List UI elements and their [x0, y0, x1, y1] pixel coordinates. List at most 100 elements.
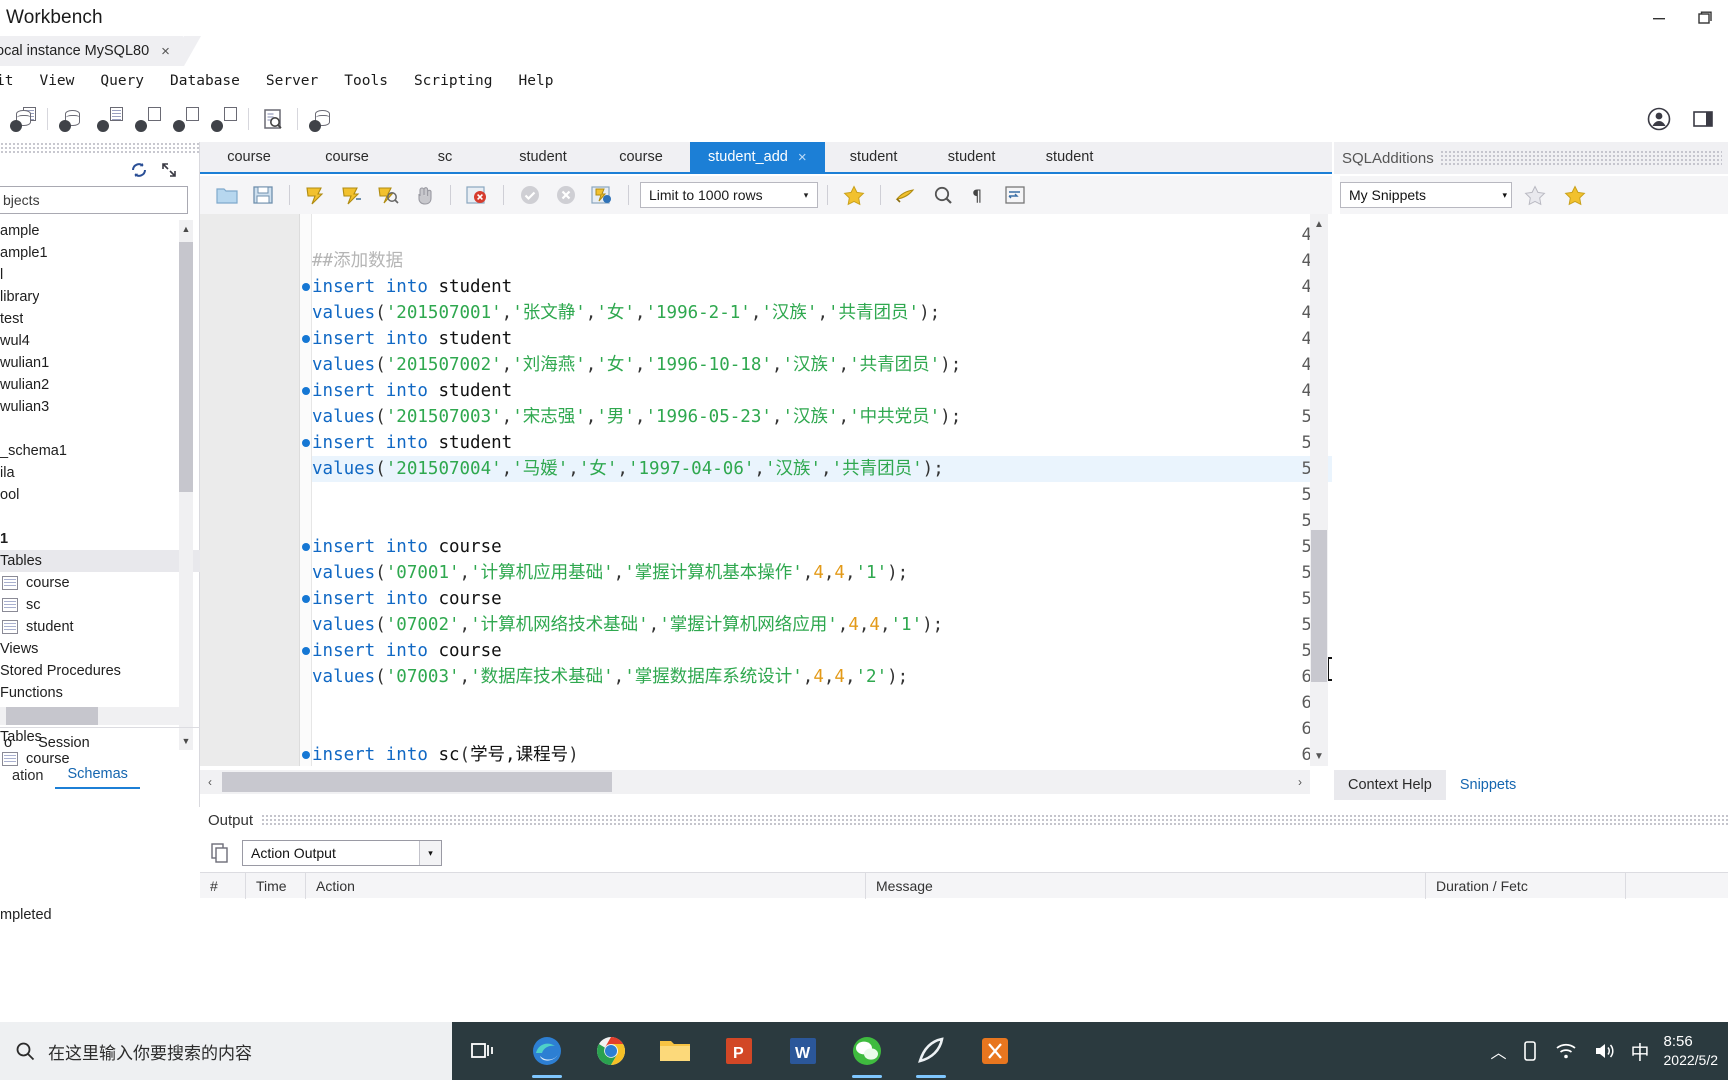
sidebar-tab-schemas[interactable]: Schemas [55, 761, 140, 789]
tree-item[interactable]: ool [0, 484, 200, 506]
copy-output-icon[interactable] [208, 841, 232, 865]
scrollbar-thumb[interactable] [6, 707, 98, 725]
sidebar-search-input[interactable]: bjects [0, 186, 188, 214]
clock[interactable]: 8:56 2022/5/2 [1664, 1033, 1719, 1069]
statement-marker-icon[interactable] [302, 751, 310, 759]
sidebar-scrollbar[interactable]: ▲ ▼ [179, 220, 193, 750]
new-function-icon[interactable] [205, 100, 243, 138]
new-procedure-icon[interactable] [167, 100, 205, 138]
save-file-icon[interactable] [246, 179, 280, 211]
chevron-up-icon[interactable]: ︿ [1490, 1039, 1506, 1063]
new-view-icon[interactable] [129, 100, 167, 138]
tree-item[interactable]: 1 [0, 528, 200, 550]
chevron-down-icon[interactable]: ▾ [799, 190, 813, 201]
tree-item[interactable]: wulian1 [0, 352, 200, 374]
file-explorer-icon[interactable] [648, 1022, 702, 1080]
tree-item[interactable] [0, 418, 200, 440]
editor-tab-course[interactable]: course [298, 142, 396, 172]
commit-icon[interactable] [513, 179, 547, 211]
tree-item[interactable]: l [0, 264, 200, 286]
scroll-up-icon[interactable]: ▲ [1310, 214, 1328, 234]
editor-tab-student[interactable]: student [923, 142, 1021, 172]
menu-item-query[interactable]: Query [87, 66, 157, 96]
sql-code-editor[interactable]: ##添加数据 insert into student values('2015070… [200, 214, 1332, 766]
tree-item[interactable]: test [0, 308, 200, 330]
scroll-left-icon[interactable]: ‹ [200, 770, 220, 794]
tree-item-table[interactable]: student [0, 616, 200, 638]
word-icon[interactable]: W [776, 1022, 830, 1080]
wechat-icon[interactable] [840, 1022, 894, 1080]
menu-item-server[interactable]: Server [253, 66, 331, 96]
tree-item[interactable]: ample1 [0, 242, 200, 264]
dock-tab-context-help[interactable]: Context Help [1334, 770, 1446, 800]
code-line[interactable]: insert into course [312, 586, 1332, 612]
chevron-down-icon[interactable]: ▾ [1502, 190, 1507, 201]
tree-item[interactable]: Stored Procedures [0, 660, 200, 682]
menu-item-scripting[interactable]: Scripting [401, 66, 506, 96]
edge-icon[interactable] [520, 1022, 574, 1080]
code-line[interactable]: insert into sc(学号,课程号) [312, 742, 1332, 766]
code-line[interactable]: ##添加数据 [312, 248, 1332, 274]
minimize-button[interactable] [1636, 0, 1682, 36]
snippets-list[interactable] [1334, 214, 1728, 770]
tree-item[interactable]: ila [0, 462, 200, 484]
dock-tab-snippets[interactable]: Snippets [1445, 770, 1531, 800]
scrollbar-thumb[interactable] [179, 242, 193, 492]
code-line[interactable] [312, 690, 1332, 716]
code-line[interactable] [312, 716, 1332, 742]
stop-execution-icon[interactable] [407, 179, 441, 211]
code-line[interactable]: insert into student [312, 430, 1332, 456]
snippets-source-select[interactable]: My Snippets ▾ [1340, 182, 1512, 208]
close-icon[interactable]: × [798, 149, 807, 166]
editor-tab-course[interactable]: course [200, 142, 298, 172]
code-line[interactable]: values('07002','计算机网络技术基础','掌握计算机网络应用',4… [312, 612, 1332, 638]
wifi-icon[interactable] [1554, 1040, 1578, 1062]
insert-snippet-icon[interactable] [1558, 179, 1592, 211]
code-text-area[interactable]: ##添加数据 insert into student values('2015070… [312, 214, 1332, 766]
new-schema-icon[interactable] [53, 100, 91, 138]
close-icon[interactable]: × [161, 43, 170, 60]
scroll-right-icon[interactable]: › [1290, 770, 1310, 794]
editor-tab-student_add[interactable]: student_add × [690, 142, 825, 172]
tree-item[interactable]: Functions [0, 682, 200, 704]
sidebar-grip[interactable] [0, 142, 200, 155]
sidebar-tab-administration[interactable]: ation [0, 763, 55, 789]
code-line[interactable]: insert into student [312, 378, 1332, 404]
search-data-icon[interactable] [254, 100, 292, 138]
code-line[interactable]: values('201507002','刘海燕','女','1996-10-18… [312, 352, 1332, 378]
chrome-icon[interactable] [584, 1022, 638, 1080]
code-line[interactable]: values('07003','数据库技术基础','掌握数据库系统设计',4,4… [312, 664, 1332, 690]
statement-marker-icon[interactable] [302, 647, 310, 655]
new-table-icon[interactable] [91, 100, 129, 138]
tree-item-table[interactable]: sc [0, 594, 200, 616]
tree-item[interactable]: wulian3 [0, 396, 200, 418]
statement-marker-icon[interactable] [302, 387, 310, 395]
code-line[interactable]: values('201507001','张文静','女','1996-2-1',… [312, 300, 1332, 326]
editor-tab-course[interactable]: course [592, 142, 690, 172]
tree-item[interactable]: ample [0, 220, 200, 242]
code-line[interactable] [312, 222, 1332, 248]
save-snippet-icon[interactable] [837, 179, 871, 211]
schema-tree[interactable]: ample ample1 l library test wul4 wulian1 wulian… [0, 220, 200, 780]
editor-tab-sc[interactable]: sc [396, 142, 494, 172]
scroll-down-icon[interactable]: ▼ [1310, 746, 1328, 766]
sidebar-hscrollbar[interactable] [0, 707, 192, 725]
statement-marker-icon[interactable] [302, 543, 310, 551]
menu-item-help[interactable]: Help [506, 66, 567, 96]
editor-vertical-scrollbar[interactable]: ▲ ▼ [1310, 214, 1328, 766]
paragraph-icon[interactable]: ¶ [962, 179, 996, 211]
tree-item[interactable]: library [0, 286, 200, 308]
tree-item[interactable]: Views [0, 638, 200, 660]
scroll-up-icon[interactable]: ▲ [179, 220, 193, 238]
output-type-select[interactable]: Action Output ▾ [242, 840, 442, 866]
new-connection-icon[interactable] [4, 100, 42, 138]
wrap-lines-icon[interactable] [998, 179, 1032, 211]
rollback-icon[interactable] [549, 179, 583, 211]
code-line[interactable]: values('201507004','马媛','女','1997-04-06'… [312, 456, 1332, 482]
code-line[interactable]: insert into course [312, 638, 1332, 664]
snip-tool-icon[interactable] [968, 1022, 1022, 1080]
tree-item-table[interactable]: course [0, 572, 200, 594]
editor-tab-student[interactable]: student [494, 142, 592, 172]
toggle-stop-on-error-icon[interactable] [460, 179, 494, 211]
scrollbar-thumb[interactable] [1311, 530, 1327, 682]
